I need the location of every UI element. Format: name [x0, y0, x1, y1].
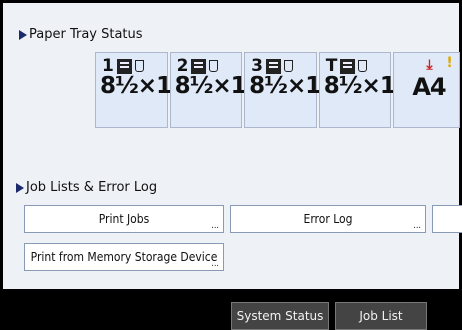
paper-stack-icon	[116, 58, 132, 74]
error-log-button[interactable]: Error Log ...	[230, 205, 426, 233]
system-status-tab[interactable]: System Status	[231, 302, 329, 330]
section-arrow-icon	[19, 29, 27, 40]
print-from-memory-button[interactable]: Print from Memory Storage Device ...	[24, 243, 224, 271]
paper-orientation-icon	[358, 60, 368, 72]
paper-orientation-icon	[284, 60, 293, 72]
tray-alert-icon: !	[446, 55, 453, 71]
partial-button[interactable]	[432, 205, 462, 233]
tray-1: 1 8½×11	[95, 52, 187, 128]
section-arrow-icon	[16, 182, 24, 193]
tray-3: 3 8½×11	[244, 52, 336, 128]
paper-tray-status-heading: Paper Tray Status	[19, 27, 143, 42]
tray-2: 2 8½×14	[169, 52, 262, 128]
tray-extra: ⤓ ! A4	[393, 52, 460, 128]
tray-list: 1 8½×11 2 8½×14 3 8½×11 T 8½×11 ⤓ ! A4	[95, 52, 462, 130]
paper-stack-full-icon	[266, 58, 281, 74]
paper-orientation-icon	[209, 60, 219, 72]
tray-bypass: T 8½×11	[318, 52, 411, 128]
tray-paper-size: A4	[412, 73, 446, 101]
paper-feed-warning-icon: ⤓	[426, 57, 433, 73]
paper-orientation-icon	[134, 60, 144, 72]
job-list-tab[interactable]: Job List	[335, 302, 427, 330]
job-lists-heading: Job Lists & Error Log	[16, 180, 157, 195]
print-jobs-button[interactable]: Print Jobs ...	[24, 205, 224, 233]
paper-stack-icon	[340, 58, 356, 74]
paper-stack-icon	[191, 58, 207, 74]
